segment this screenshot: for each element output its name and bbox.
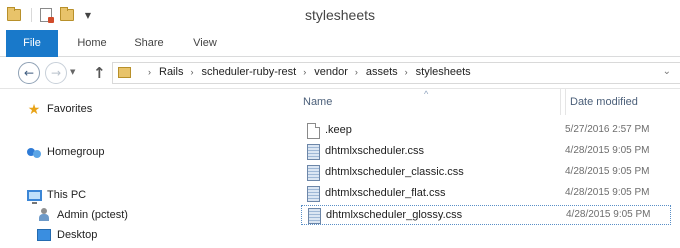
nav-item-label: This PC (47, 189, 87, 201)
arrow-right-icon: → (50, 66, 62, 80)
arrow-up-icon: ↑ (93, 64, 106, 82)
breadcrumb-item-stylesheets[interactable]: stylesheets (416, 66, 471, 78)
nav-item-favorites[interactable]: ★ Favorites (26, 99, 93, 119)
column-header-label: Name (303, 96, 333, 108)
navigation-pane: ★ Favorites Homegroup This PC Admin (pct… (0, 89, 298, 248)
nav-item-label: Favorites (47, 103, 93, 115)
up-button[interactable]: ↑ (93, 64, 106, 82)
css-file-icon (308, 208, 321, 224)
file-name: dhtmlxscheduler_classic.css (325, 166, 464, 178)
file-name: .keep (325, 124, 352, 136)
file-row-selected[interactable]: dhtmlxscheduler_glossy.css 4/28/2015 9:0… (301, 205, 671, 225)
file-list: Name ^ Date modified .keep 5/27/2016 2:5… (299, 89, 680, 248)
breadcrumb-separator: › (190, 67, 194, 77)
title-bar: ▼ stylesheets (0, 0, 680, 30)
address-bar[interactable]: › Rails › scheduler-ruby-rest › vendor ›… (112, 62, 680, 84)
file-name: dhtmlxscheduler.css (325, 145, 425, 157)
computer-icon (26, 187, 42, 204)
address-history-button[interactable]: ⌄ (663, 66, 671, 77)
ribbon-tabs: File Home Share View (0, 30, 680, 57)
tab-file[interactable]: File (6, 30, 58, 57)
file-date: 4/28/2015 9:05 PM (565, 166, 650, 177)
file-row[interactable]: dhtmlxscheduler.css 4/28/2015 9:05 PM (301, 142, 671, 162)
file-row[interactable]: .keep 5/27/2016 2:57 PM (301, 121, 671, 141)
column-divider[interactable] (560, 89, 561, 115)
nav-item-this-pc[interactable]: This PC (26, 185, 86, 205)
file-date: 4/28/2015 9:05 PM (565, 187, 650, 198)
homegroup-icon (26, 144, 42, 160)
breadcrumb-item-assets[interactable]: assets (366, 66, 398, 78)
column-header-date-modified[interactable]: Date modified (565, 89, 680, 115)
breadcrumb: › Rails › scheduler-ruby-rest › vendor ›… (141, 66, 471, 78)
file-date: 4/28/2015 9:05 PM (566, 209, 651, 220)
chevron-down-icon: ▼ (70, 68, 76, 76)
file-date: 5/27/2016 2:57 PM (565, 124, 650, 135)
tab-home[interactable]: Home (70, 30, 114, 57)
file-name: dhtmlxscheduler_glossy.css (326, 209, 463, 221)
arrow-left-icon: ← (23, 66, 35, 80)
breadcrumb-item-rails[interactable]: Rails (159, 66, 183, 78)
nav-item-homegroup[interactable]: Homegroup (26, 142, 104, 162)
sort-ascending-icon: ^ (424, 89, 429, 99)
user-icon (36, 207, 52, 223)
css-file-icon (307, 144, 320, 160)
tab-share[interactable]: Share (126, 30, 172, 57)
folder-icon (118, 67, 131, 78)
recent-locations-button[interactable]: ▼ (70, 68, 75, 76)
star-icon: ★ (27, 101, 41, 117)
blank-file-icon (307, 123, 320, 139)
breadcrumb-separator: › (303, 67, 307, 77)
nav-item-admin[interactable]: Admin (pctest) (36, 205, 128, 225)
chevron-down-icon: ⌄ (662, 66, 671, 77)
css-file-icon (307, 165, 320, 181)
desktop-folder-icon (36, 227, 52, 243)
nav-item-desktop[interactable]: Desktop (36, 225, 97, 245)
breadcrumb-item-scheduler-ruby-rest[interactable]: scheduler-ruby-rest (201, 66, 296, 78)
breadcrumb-separator: › (148, 67, 151, 77)
css-file-icon (307, 186, 320, 202)
file-date: 4/28/2015 9:05 PM (565, 145, 650, 156)
column-header-label: Date modified (570, 96, 638, 108)
nav-item-label: Desktop (57, 229, 98, 241)
breadcrumb-item-vendor[interactable]: vendor (314, 66, 348, 78)
navigation-bar: ← → ▼ ↑ › Rails › scheduler-ruby-rest › … (0, 57, 680, 89)
tab-view[interactable]: View (184, 30, 226, 57)
breadcrumb-separator: › (404, 67, 408, 77)
nav-item-label: Admin (pctest) (57, 209, 128, 221)
breadcrumb-separator: › (354, 67, 358, 77)
window-title: stylesheets (304, 7, 376, 23)
file-name: dhtmlxscheduler_flat.css (325, 187, 446, 199)
file-row[interactable]: dhtmlxscheduler_flat.css 4/28/2015 9:05 … (301, 184, 671, 204)
nav-item-label: Homegroup (47, 146, 105, 158)
back-button[interactable]: ← (18, 62, 40, 84)
file-row[interactable]: dhtmlxscheduler_classic.css 4/28/2015 9:… (301, 163, 671, 183)
forward-button[interactable]: → (45, 62, 67, 84)
column-header-name[interactable]: Name ^ (303, 89, 555, 115)
